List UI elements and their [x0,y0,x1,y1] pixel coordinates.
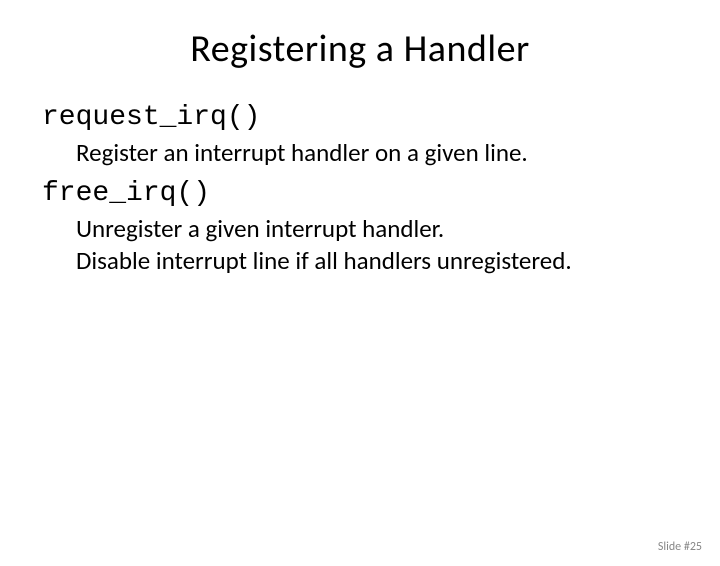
code-heading-free-irq: free_irq() [42,178,678,209]
description-line: Register an interrupt handler on a given… [76,137,678,168]
slide-number: Slide #25 [658,540,702,554]
slide: Registering a Handler request_irq() Regi… [0,26,720,566]
description-request-irq: Register an interrupt handler on a given… [42,137,678,168]
description-line: Unregister a given interrupt handler. [76,213,678,244]
page-title: Registering a Handler [0,26,720,72]
description-free-irq: Unregister a given interrupt handler. Di… [42,213,678,276]
slide-content: request_irq() Register an interrupt hand… [0,102,720,276]
description-line: Disable interrupt line if all handlers u… [76,245,678,276]
code-heading-request-irq: request_irq() [42,102,678,133]
